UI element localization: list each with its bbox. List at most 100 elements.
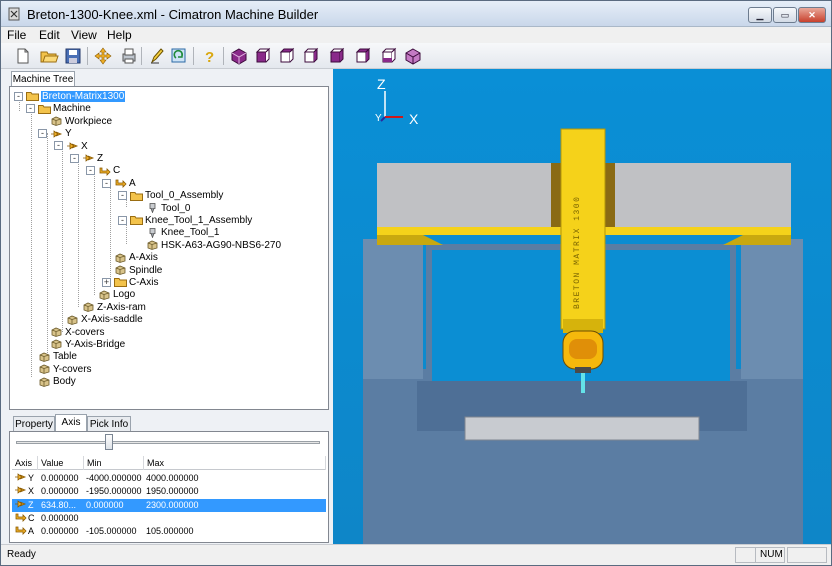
collapse-icon[interactable]: - — [102, 178, 111, 188]
tree-node-table[interactable]: Table — [38, 351, 77, 363]
refresh-icon[interactable] — [169, 46, 189, 66]
menu-edit[interactable]: Edit — [39, 27, 60, 43]
tree-node-y-covers[interactable]: Y-covers — [38, 364, 92, 376]
help-icon[interactable]: ? — [199, 46, 219, 66]
status-pane-empty — [787, 547, 827, 563]
column-min[interactable]: Min — [84, 456, 144, 470]
menu-view[interactable]: View — [71, 27, 97, 43]
tree-node-label: Knee_Tool_1_Assembly — [145, 215, 253, 226]
axis-slider-track[interactable] — [16, 441, 320, 444]
view-front-icon[interactable] — [253, 46, 273, 66]
cube-icon — [114, 253, 127, 263]
collapse-icon[interactable]: - — [118, 215, 127, 225]
tree-node-tool-0-assembly[interactable]: - Tool_0_Assembly — [118, 190, 223, 202]
view-right-icon[interactable] — [327, 46, 347, 66]
axis-row-a[interactable]: A 0.000000 -105.000000 105.000000 — [12, 525, 326, 538]
maximize-icon: ▭ — [780, 10, 790, 20]
axis-cell-min: 0.000000 — [86, 499, 124, 510]
tree-node-z[interactable]: -Z — [70, 153, 103, 165]
toolbar-separator — [141, 47, 142, 65]
tab-machine-tree[interactable]: Machine Tree — [11, 71, 75, 87]
axis-row-z[interactable]: Z 634.80... 0.000000 2300.000000 — [12, 498, 326, 512]
tree-node-z-axis-ram[interactable]: Z-Axis-ram — [82, 302, 146, 314]
tree-node-knee-tool-1[interactable]: Knee_Tool_1 — [146, 227, 219, 239]
view-top-icon[interactable] — [353, 46, 373, 66]
axis-cell-value: 634.80... — [41, 499, 77, 510]
tree-node-x-covers[interactable]: X-covers — [50, 327, 104, 339]
view-back-icon[interactable] — [277, 46, 297, 66]
bottom-tabs: Property Axis Pick Info — [9, 414, 329, 432]
maximize-button[interactable]: ▭ — [773, 7, 797, 23]
axis-row-c[interactable]: C 0.000000 — [12, 512, 326, 525]
view-shaded-icon[interactable] — [403, 46, 423, 66]
column-axis[interactable]: Axis — [12, 456, 38, 470]
menu-file[interactable]: File — [7, 27, 26, 43]
open-icon[interactable] — [39, 46, 59, 66]
view-iso-icon[interactable] — [229, 46, 249, 66]
axis-cell-axis: X — [28, 486, 35, 497]
collapse-icon[interactable]: - — [14, 91, 23, 101]
tool-icon — [146, 227, 159, 239]
tree-node-a-axis[interactable]: A-Axis — [114, 252, 158, 264]
collapse-icon[interactable]: - — [86, 166, 95, 176]
application-window: Breton-1300-Knee.xml - Cimatron Machine … — [0, 0, 832, 566]
status-num: NUM — [755, 547, 785, 563]
tree-node-spindle[interactable]: Spindle — [114, 265, 162, 277]
svg-text:?: ? — [205, 49, 214, 66]
tree-node-a[interactable]: -A — [102, 178, 136, 190]
menu-help[interactable]: Help — [107, 27, 132, 43]
tree-node-label: Tool_0 — [161, 202, 191, 214]
title-bar[interactable]: Breton-1300-Knee.xml - Cimatron Machine … — [1, 1, 831, 27]
collapse-icon[interactable]: - — [118, 191, 127, 201]
pencil-icon[interactable] — [147, 46, 167, 66]
tree-node-body[interactable]: Body — [38, 376, 76, 388]
axis-row-y[interactable]: Y 0.000000 -4000.000000 4000.000000 — [12, 472, 326, 485]
cube-icon — [50, 339, 63, 350]
toolbar-separator — [193, 47, 194, 65]
tool-icon — [146, 203, 159, 214]
axis-slider-thumb[interactable] — [105, 434, 113, 450]
axis-cell-max: 1950.000000 — [146, 486, 199, 497]
tree-connector — [78, 157, 79, 307]
tree-node-breton-matrix1300[interactable]: - Breton-Matrix1300 — [14, 91, 126, 103]
view-left-icon[interactable] — [301, 46, 321, 66]
tab-axis[interactable]: Axis — [55, 414, 87, 432]
collapse-icon[interactable]: - — [54, 141, 63, 151]
tree-node-c[interactable]: -C — [86, 165, 120, 177]
close-button[interactable]: ✕ — [798, 7, 826, 23]
minimize-button[interactable]: ▁ — [748, 7, 772, 23]
tree-node-hsk-a63-ag90-nbs6-270[interactable]: HSK-A63-AG90-NBS6-270 — [146, 240, 281, 252]
collapse-icon[interactable]: - — [38, 129, 47, 139]
cube-icon — [66, 315, 79, 325]
tree-node-logo[interactable]: Logo — [98, 289, 135, 301]
folder-icon — [130, 215, 143, 226]
move-icon[interactable] — [93, 46, 113, 66]
expand-icon[interactable]: + — [102, 277, 111, 287]
axis-table-header: Axis Value Min Max — [12, 456, 326, 470]
tab-pick-info[interactable]: Pick Info — [87, 416, 131, 432]
tree-node-label: Tool_0_Assembly — [145, 190, 224, 202]
column-value[interactable]: Value — [38, 456, 84, 470]
tree-connector — [31, 109, 32, 377]
column-max[interactable]: Max — [144, 456, 326, 470]
axis-row-x[interactable]: X 0.000000 -1950.000000 1950.000000 — [12, 485, 326, 498]
tree-node-x-axis-saddle[interactable]: X-Axis-saddle — [66, 314, 143, 326]
axis-arrow-icon — [14, 499, 27, 509]
tree-node-y[interactable]: -Y — [38, 128, 72, 140]
new-icon[interactable] — [13, 46, 33, 66]
3d-viewport[interactable]: BRETON MATRIX 1300 Z Y X — [333, 69, 831, 544]
tree-node-c-axis[interactable]: + C-Axis — [102, 277, 158, 289]
save-icon[interactable] — [63, 46, 83, 66]
tree-node-y-axis-bridge[interactable]: Y-Axis-Bridge — [50, 339, 125, 351]
tree-node-knee-tool-1-assembly[interactable]: - Knee_Tool_1_Assembly — [118, 215, 252, 227]
tab-property[interactable]: Property — [13, 416, 55, 432]
view-bottom-icon[interactable] — [379, 46, 399, 66]
tree-node-label: Z — [97, 153, 104, 164]
tree-node-tool-0[interactable]: Tool_0 — [146, 203, 190, 215]
tree-node-workpiece[interactable]: Workpiece — [50, 116, 112, 128]
collapse-icon[interactable]: - — [70, 153, 79, 163]
collapse-icon[interactable]: - — [26, 104, 35, 114]
print-icon[interactable] — [119, 46, 139, 66]
tree-node-machine[interactable]: - Machine — [26, 103, 91, 115]
tree-node-x[interactable]: -X — [54, 141, 88, 153]
